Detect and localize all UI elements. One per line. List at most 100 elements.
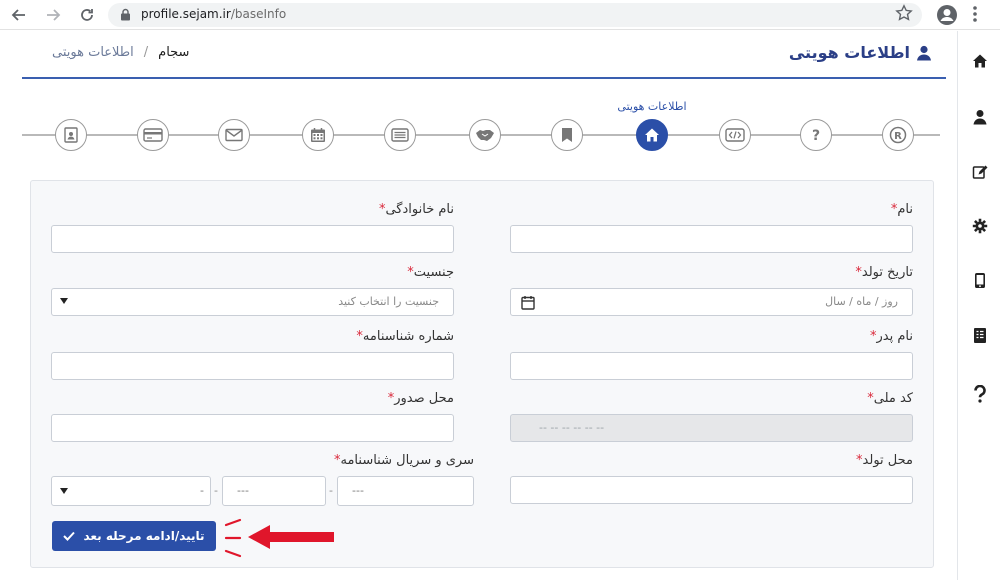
first-name-label: نام*: [890, 202, 913, 217]
chevron-down-icon: [60, 488, 68, 494]
sidebar-item-documents[interactable]: [958, 323, 1000, 347]
calendar-icon[interactable]: [521, 295, 535, 310]
calendar-icon: [311, 128, 325, 142]
sidebar-item-profile[interactable]: [958, 105, 1000, 129]
star-icon: [895, 4, 913, 21]
arrow-right-icon: [47, 9, 61, 21]
breadcrumb-home[interactable]: سجام: [158, 45, 189, 60]
address-bar[interactable]: profile.sejam.ir/baseInfo: [108, 3, 922, 27]
sidebar-item-settings[interactable]: [958, 214, 1000, 238]
birth-date-label: تاریخ تولد*: [855, 265, 913, 280]
account-circle-icon: [937, 5, 957, 25]
envelope-icon: [225, 128, 243, 142]
birth-date-placeholder: روز / ماه / سال: [825, 295, 898, 308]
home-icon: [972, 54, 987, 68]
national-code-input: -- -- -- -- -- --: [510, 414, 913, 442]
checkmark-icon: [63, 531, 76, 541]
serial-number-placeholder: ---: [237, 484, 249, 497]
gender-placeholder: جنسیت را انتخاب کنید: [338, 295, 439, 308]
browser-toolbar: profile.sejam.ir/baseInfo: [0, 0, 1000, 30]
browser-menu-button[interactable]: [972, 5, 978, 27]
gender-select[interactable]: جنسیت را انتخاب کنید: [51, 288, 454, 316]
annotation-arrow-icon: [224, 518, 334, 558]
birth-date-input[interactable]: روز / ماه / سال: [510, 288, 913, 316]
step-question[interactable]: ?: [800, 119, 832, 151]
national-code-label: کد ملی*: [867, 391, 913, 406]
serial-label: سری و سریال شناسنامه*: [334, 453, 474, 468]
forward-button[interactable]: [42, 4, 64, 26]
breadcrumb: سجام / اطلاعات هویتی: [52, 45, 189, 60]
sidebar-item-mobile[interactable]: [958, 268, 1000, 292]
svg-text:R: R: [894, 131, 902, 142]
step-contact[interactable]: [55, 119, 87, 151]
page-title: اطلاعات هویتی: [789, 43, 932, 62]
birth-place-input[interactable]: [510, 476, 913, 504]
serial-inputs: - - --- - ---: [51, 476, 474, 506]
issue-place-input[interactable]: [51, 414, 454, 442]
step-calendar[interactable]: [302, 119, 334, 151]
submit-label: تایید/ادامه مرحله بعد: [83, 529, 205, 543]
list-icon: [391, 128, 409, 142]
step-handshake[interactable]: [469, 119, 501, 151]
chevron-down-icon: [60, 298, 68, 304]
bookmark-star-button[interactable]: [895, 4, 913, 26]
last-name-label: نام خانوادگی*: [378, 202, 454, 217]
mobile-icon: [974, 272, 985, 288]
serial-letter-select[interactable]: -: [51, 476, 211, 506]
kebab-menu-icon: [973, 6, 977, 22]
home-icon: [645, 128, 659, 142]
identity-form-card: نام* نام خانوادگی* تاریخ تولد* روز / ماه…: [30, 180, 934, 568]
sidebar-item-edit[interactable]: [958, 160, 1000, 184]
breadcrumb-current: اطلاعات هویتی: [52, 45, 134, 60]
breadcrumb-separator: /: [143, 45, 149, 60]
document-icon: [973, 327, 986, 343]
card-icon: [143, 128, 163, 142]
bookmark-icon: [562, 128, 572, 142]
national-code-value: -- -- -- -- -- --: [539, 421, 605, 434]
serial-series-placeholder: ---: [352, 484, 364, 497]
page-title-text: اطلاعات هویتی: [788, 43, 910, 62]
user-icon: [973, 110, 986, 125]
id-number-input[interactable]: [51, 352, 454, 380]
serial-separator: -: [214, 484, 218, 497]
serial-series-input[interactable]: ---: [337, 476, 474, 506]
question-icon: ?: [812, 128, 820, 143]
gear-icon: [972, 218, 987, 234]
step-list[interactable]: [384, 119, 416, 151]
arrow-left-icon: [11, 9, 25, 21]
page-header: اطلاعات هویتی سجام / اطلاعات هویتی: [22, 31, 946, 79]
code-icon: [725, 128, 745, 142]
step-identity-active[interactable]: [636, 119, 668, 151]
submit-next-button[interactable]: تایید/ادامه مرحله بعد: [52, 521, 216, 551]
first-name-input[interactable]: [510, 225, 913, 253]
help-icon: [973, 385, 986, 403]
father-name-label: نام پدر*: [870, 329, 913, 344]
serial-number-input[interactable]: ---: [222, 476, 326, 506]
handshake-icon: [476, 130, 494, 141]
svg-text:?: ?: [812, 128, 820, 143]
reload-button[interactable]: [76, 4, 98, 26]
account-button[interactable]: [936, 4, 958, 30]
step-envelope[interactable]: [218, 119, 250, 151]
registered-icon: R: [889, 126, 907, 144]
birth-place-label: محل تولد*: [856, 453, 913, 468]
url-text: profile.sejam.ir/baseInfo: [141, 7, 286, 21]
sidebar-item-home[interactable]: [958, 49, 1000, 73]
father-name-input[interactable]: [510, 352, 913, 380]
step-bookmark[interactable]: [551, 119, 583, 151]
serial-letter-value: -: [200, 484, 204, 497]
gender-label: جنسیت*: [407, 265, 454, 280]
step-code[interactable]: [719, 119, 751, 151]
lock-icon: [121, 8, 130, 21]
last-name-input[interactable]: [51, 225, 454, 253]
stepper-active-label: اطلاعات هویتی: [617, 100, 687, 113]
step-registered[interactable]: R: [882, 119, 914, 151]
back-button[interactable]: [8, 4, 30, 26]
issue-place-label: محل صدور*: [387, 391, 454, 406]
sidebar-item-help[interactable]: [958, 382, 1000, 406]
contact-icon: [64, 127, 78, 143]
id-number-label: شماره شناسنامه*: [356, 329, 454, 344]
right-sidebar: [957, 31, 1000, 580]
step-card[interactable]: [137, 119, 169, 151]
progress-stepper: اطلاعات هویتی R ?: [22, 96, 940, 156]
